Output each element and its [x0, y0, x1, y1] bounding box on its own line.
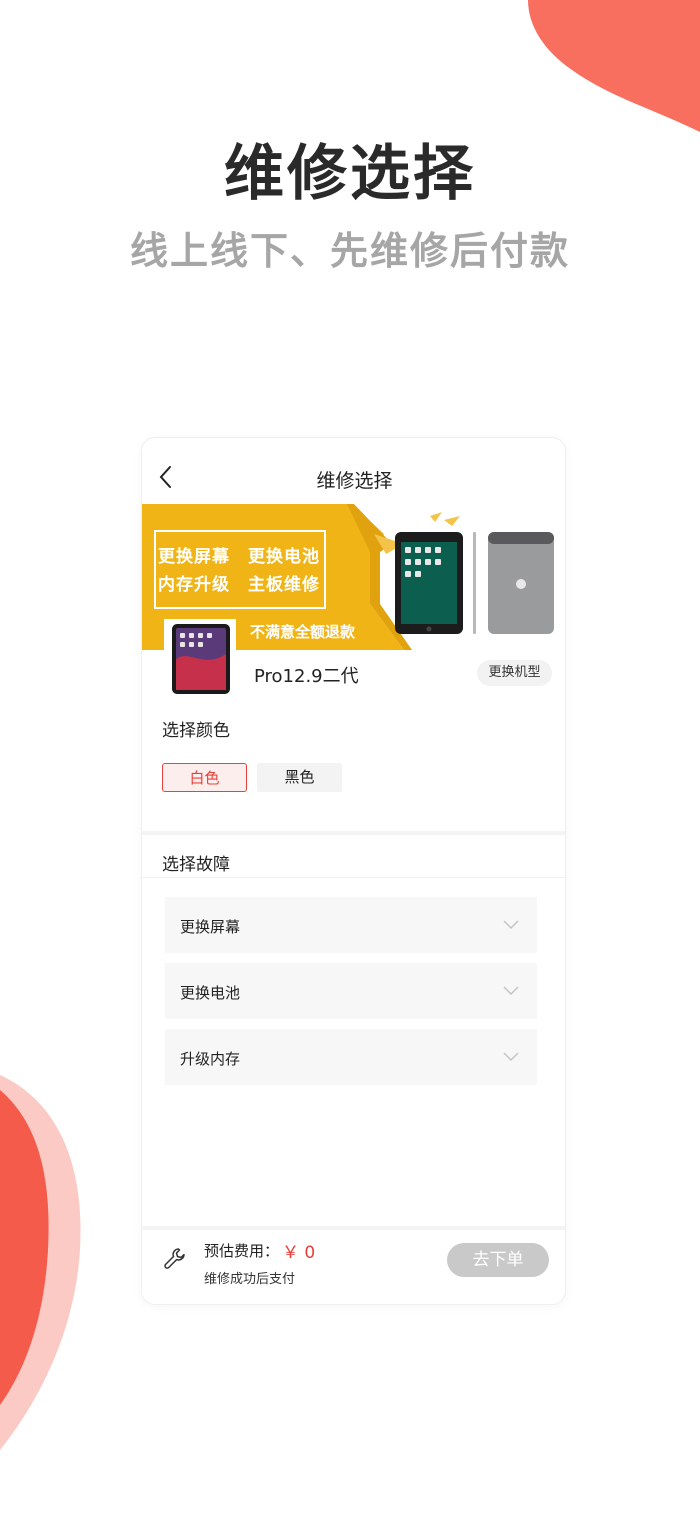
promo-title: 维修选择	[224, 139, 476, 209]
product-name: Pro12.9二代	[254, 666, 359, 687]
fault-section-label: 选择故障	[162, 855, 230, 875]
wrench-icon	[164, 1248, 185, 1269]
footer-divider	[142, 1226, 565, 1230]
fault-item-upgrade-memory[interactable]: 升级内存	[165, 1029, 537, 1085]
chevron-down-icon	[503, 920, 519, 930]
product-image	[164, 619, 236, 697]
fault-item-label: 升级内存	[180, 1050, 241, 1068]
color-section-label: 选择颜色	[162, 721, 230, 741]
fault-item-label: 更换电池	[180, 984, 241, 1002]
decorative-blob-top-right	[528, 0, 700, 132]
decorative-blob-bottom-left	[0, 1075, 81, 1450]
chevron-down-icon	[503, 1052, 519, 1062]
payment-note: 维修成功后支付	[204, 1272, 296, 1287]
section-divider-thin	[142, 877, 565, 878]
phone-screen: 维修选择 更换屏幕 更换电池 内存升级 主板维修 不满意全额退款 Pro12.9…	[141, 437, 566, 1305]
color-option-white[interactable]: 白色	[162, 763, 247, 792]
promo-subtitle: 线上线下、先维修后付款	[129, 229, 570, 273]
fault-item-replace-battery[interactable]: 更换电池	[165, 963, 537, 1019]
chevron-down-icon	[503, 986, 519, 996]
banner-line-1: 更换屏幕 更换电池	[158, 547, 320, 567]
estimated-fee-value: ￥ 0	[282, 1243, 316, 1263]
banner-refund-text: 不满意全额退款	[250, 623, 356, 641]
estimated-fee-label: 预估费用：	[204, 1242, 280, 1260]
banner-line-2: 内存升级 主板维修	[158, 575, 320, 595]
color-option-black[interactable]: 黑色	[257, 763, 342, 792]
place-order-button[interactable]: 去下单	[447, 1243, 549, 1277]
nav-bar: 维修选择	[142, 438, 565, 504]
change-model-button[interactable]: 更换机型	[477, 660, 552, 686]
section-divider	[142, 831, 565, 835]
nav-title: 维修选择	[316, 470, 393, 492]
fault-item-replace-screen[interactable]: 更换屏幕	[165, 897, 537, 953]
fault-item-label: 更换屏幕	[180, 918, 241, 936]
